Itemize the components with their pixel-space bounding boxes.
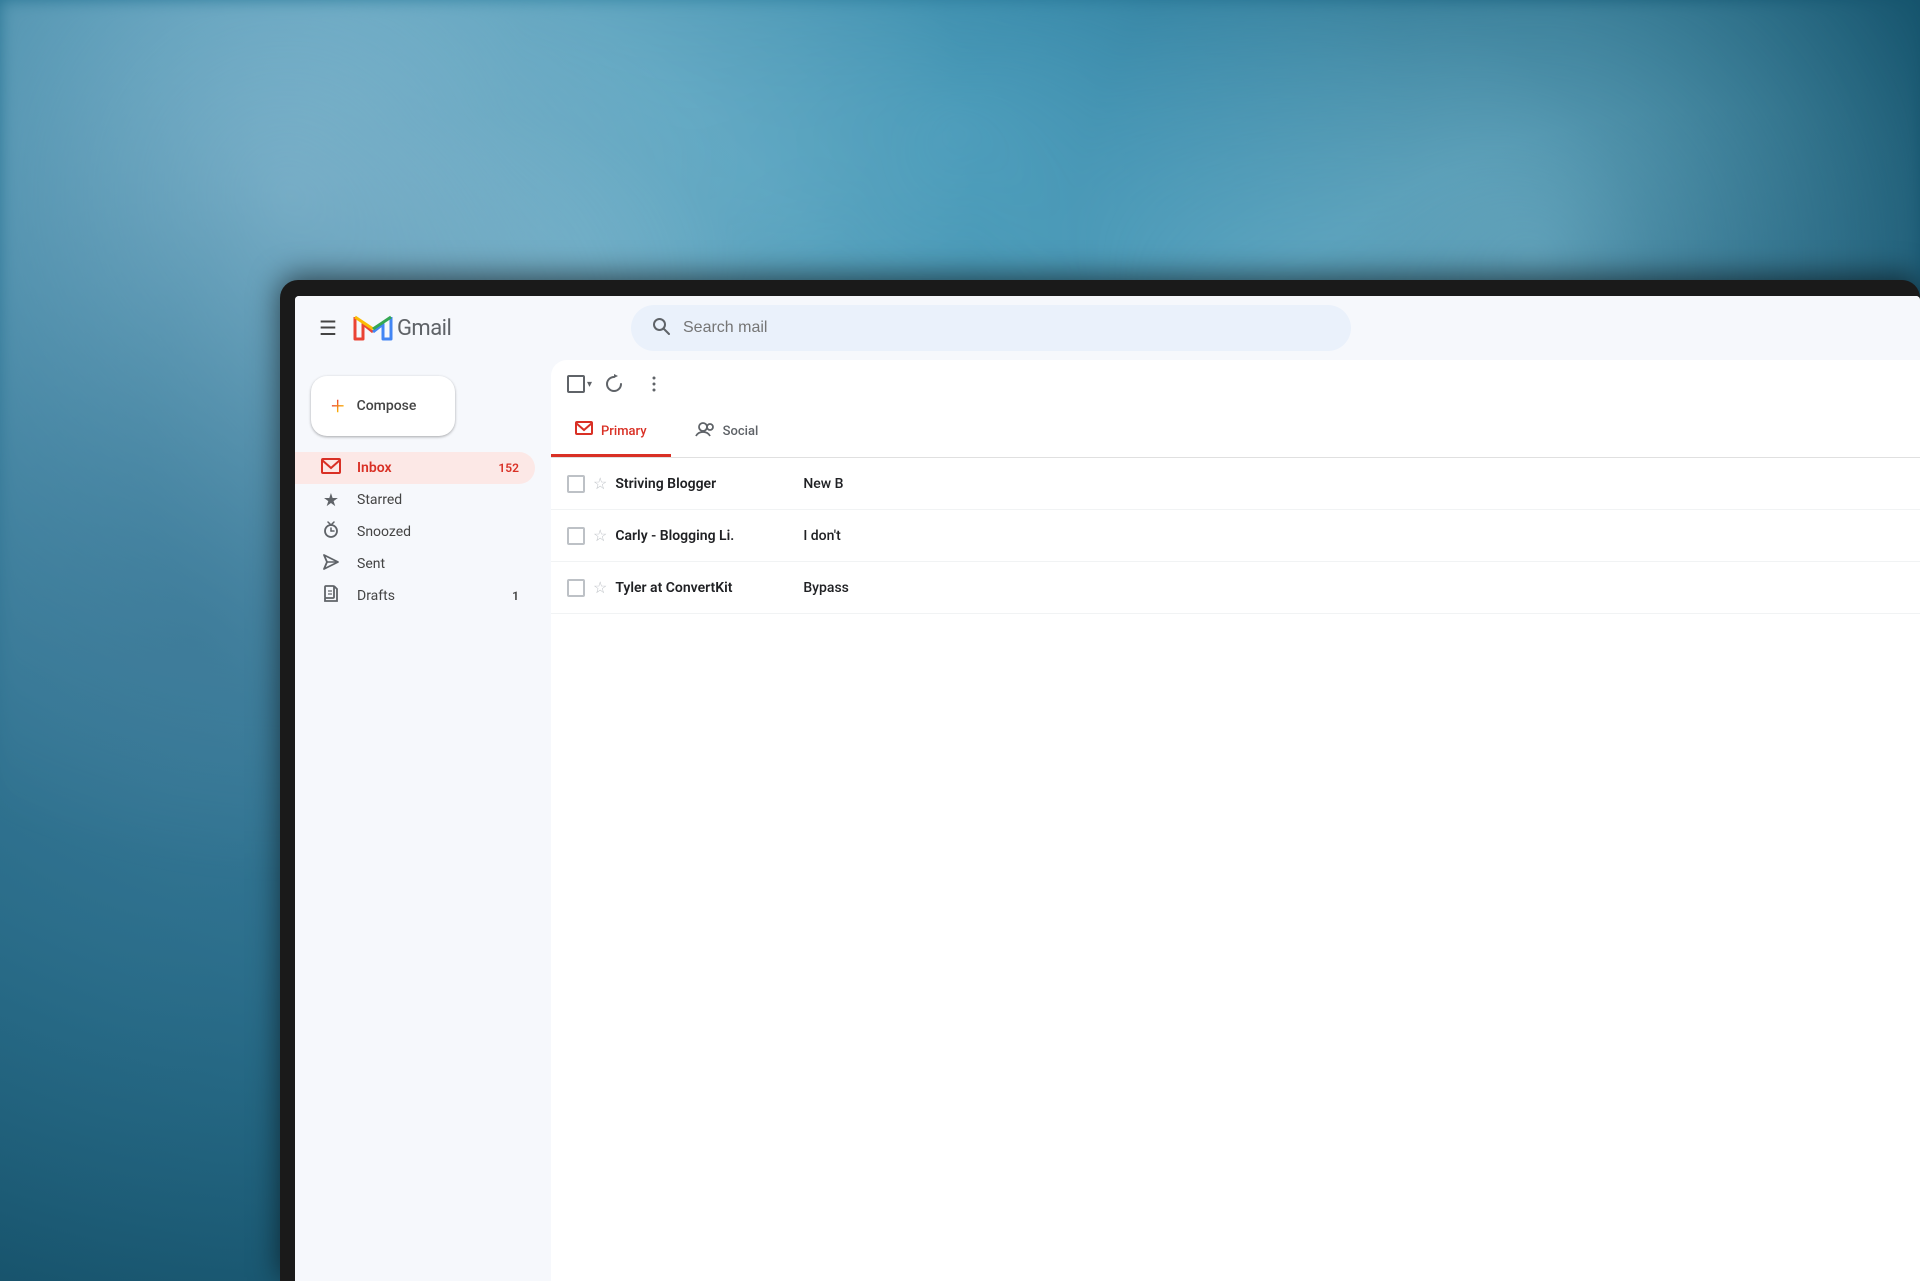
inbox-icon	[321, 456, 341, 481]
drafts-label: Drafts	[357, 588, 496, 604]
search-input[interactable]	[683, 319, 1331, 337]
sent-icon	[321, 553, 341, 576]
sidebar-item-inbox[interactable]: Inbox 152	[295, 452, 535, 484]
email-subject-3: Bypass	[803, 580, 849, 596]
sidebar-item-starred[interactable]: ★ Starred	[295, 484, 535, 516]
social-tab-label: Social	[723, 424, 759, 439]
email-list: ☆ Striving Blogger New B ☆ Carly - Blogg…	[551, 458, 1920, 1281]
refresh-button[interactable]	[596, 366, 632, 402]
gmail-screen: ☰ Gmail	[295, 296, 1920, 1281]
email-subject-2: I don't	[803, 528, 840, 544]
gmail-body: + Compose Inbox 152 ★ Starred	[295, 360, 1920, 1281]
email-checkbox-3[interactable]	[567, 579, 585, 597]
gmail-logo: Gmail	[353, 313, 451, 343]
select-all-control[interactable]: ▾	[567, 375, 592, 393]
hamburger-icon-glyph: ☰	[319, 316, 337, 340]
email-row[interactable]: ☆ Carly - Blogging Li. I don't	[551, 510, 1920, 562]
search-icon	[651, 316, 671, 341]
inbox-count: 152	[498, 461, 519, 475]
more-button[interactable]	[636, 366, 672, 402]
gmail-app-name: Gmail	[397, 316, 451, 341]
sidebar-item-drafts[interactable]: Drafts 1	[295, 580, 535, 612]
sidebar-item-sent[interactable]: Sent	[295, 548, 535, 580]
email-checkbox-1[interactable]	[567, 475, 585, 493]
tab-bar: Primary Social	[551, 408, 1920, 458]
primary-tab-label: Primary	[601, 424, 647, 439]
email-checkbox-2[interactable]	[567, 527, 585, 545]
email-sender-1: Striving Blogger	[615, 476, 795, 492]
sidebar-item-snoozed[interactable]: Snoozed	[295, 516, 535, 548]
snoozed-label: Snoozed	[357, 524, 519, 540]
email-preview-3: Bypass	[803, 580, 1904, 596]
compose-label: Compose	[357, 398, 417, 414]
social-tab-icon	[695, 420, 715, 442]
compose-button[interactable]: + Compose	[311, 376, 455, 436]
drafts-icon	[321, 585, 341, 608]
email-star-2[interactable]: ☆	[593, 526, 607, 545]
email-preview-2: I don't	[803, 528, 1904, 544]
compose-icon: +	[331, 392, 345, 420]
sent-label: Sent	[357, 556, 519, 572]
starred-label: Starred	[357, 492, 519, 508]
email-row[interactable]: ☆ Tyler at ConvertKit Bypass	[551, 562, 1920, 614]
starred-icon: ★	[321, 490, 341, 511]
sidebar: + Compose Inbox 152 ★ Starred	[295, 360, 551, 1281]
primary-tab-icon	[575, 420, 593, 442]
select-dropdown-arrow[interactable]: ▾	[587, 379, 592, 390]
snoozed-icon	[321, 521, 341, 544]
email-star-3[interactable]: ☆	[593, 578, 607, 597]
email-row[interactable]: ☆ Striving Blogger New B	[551, 458, 1920, 510]
gmail-m-icon	[353, 313, 393, 343]
email-sender-2: Carly - Blogging Li.	[615, 528, 795, 544]
email-sender-3: Tyler at ConvertKit	[615, 580, 795, 596]
email-star-1[interactable]: ☆	[593, 474, 607, 493]
select-all-checkbox[interactable]	[567, 375, 585, 393]
search-bar[interactable]	[631, 305, 1351, 351]
email-area: ▾	[551, 360, 1920, 1281]
drafts-count: 1	[512, 589, 519, 603]
email-toolbar: ▾	[551, 360, 1920, 408]
email-preview-1: New B	[803, 476, 1904, 492]
email-subject-1: New B	[803, 476, 843, 492]
gmail-header: ☰ Gmail	[295, 296, 1920, 360]
tab-primary[interactable]: Primary	[551, 408, 671, 457]
header-left: ☰ Gmail	[311, 308, 631, 348]
hamburger-menu-icon[interactable]: ☰	[311, 308, 345, 348]
inbox-label: Inbox	[357, 460, 482, 476]
tab-social[interactable]: Social	[671, 408, 783, 457]
